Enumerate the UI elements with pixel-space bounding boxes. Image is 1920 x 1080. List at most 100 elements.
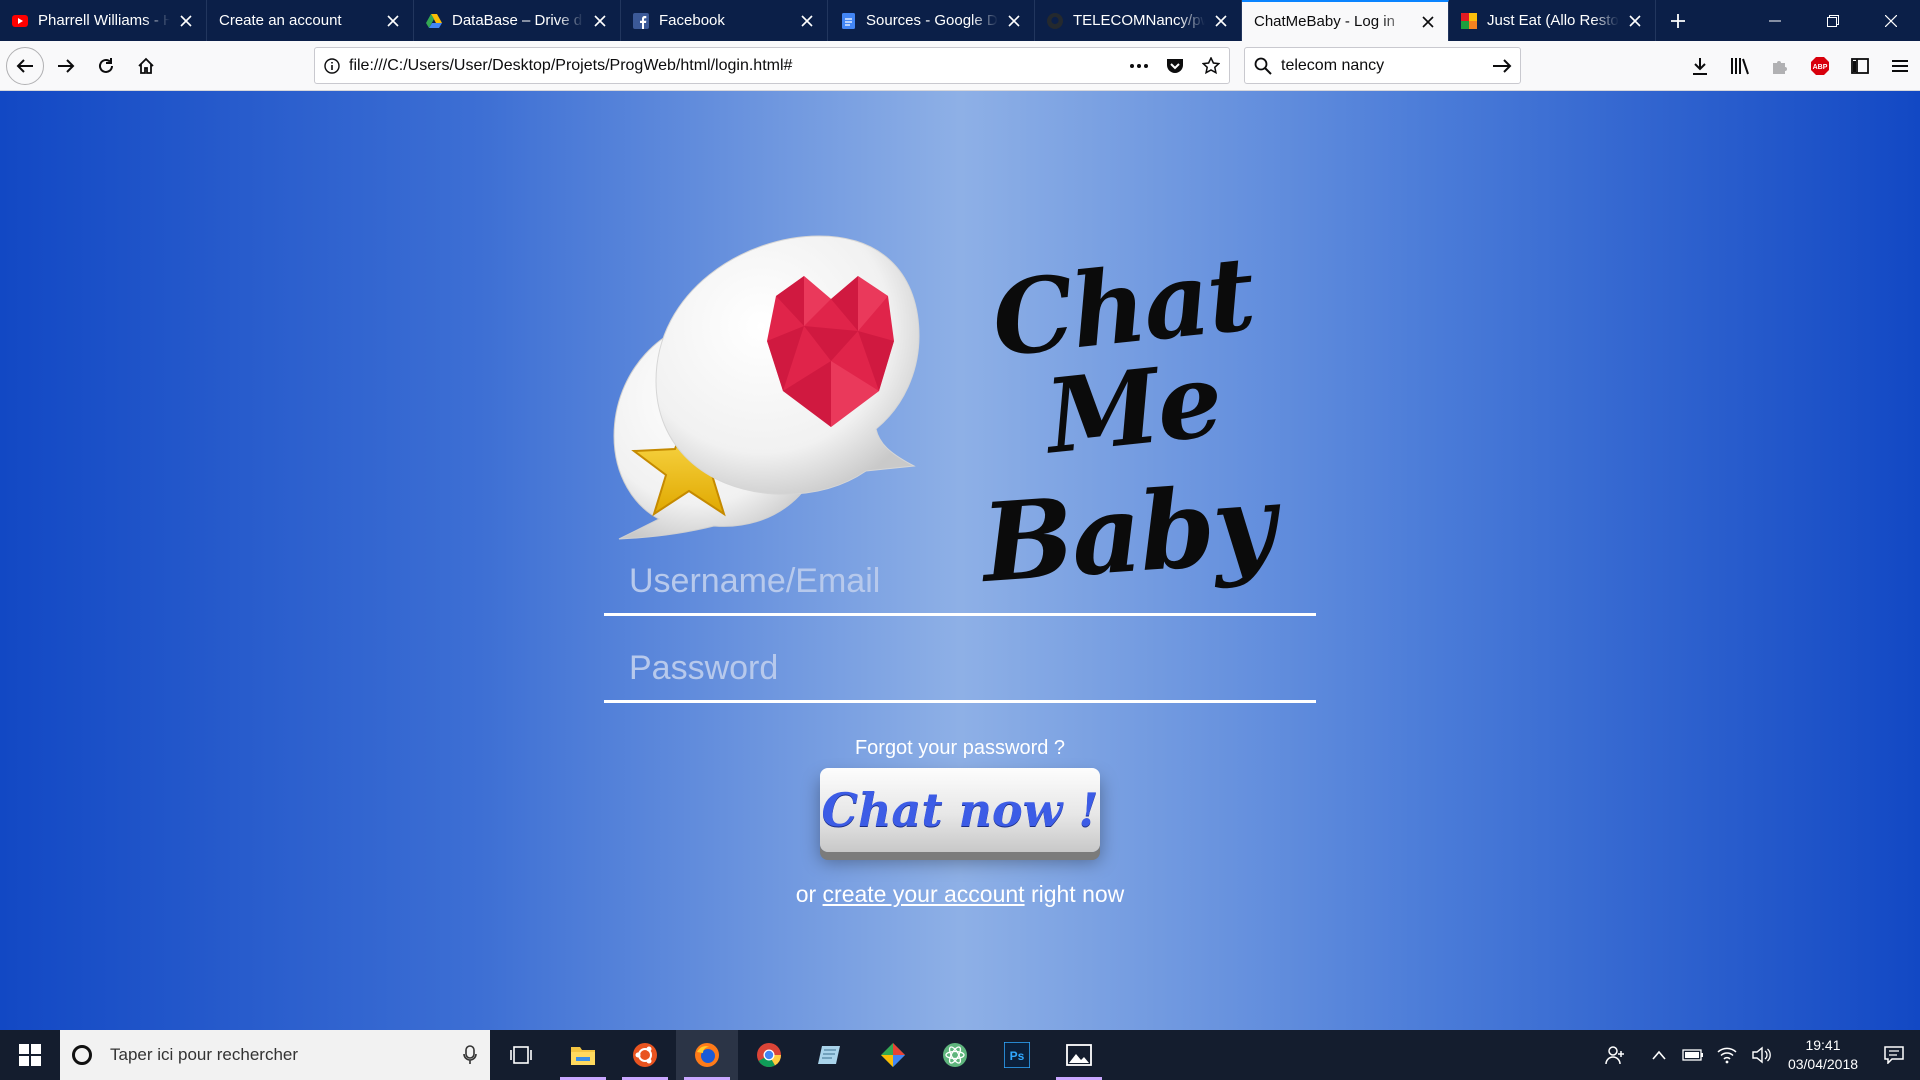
- url-text[interactable]: file:///C:/Users/User/Desktop/Projets/Pr…: [349, 57, 1121, 75]
- pocket-icon[interactable]: [1157, 57, 1193, 74]
- plus-icon: [1671, 13, 1685, 28]
- minimize-button[interactable]: [1746, 0, 1804, 41]
- tab-create-account[interactable]: Create an account: [207, 0, 414, 41]
- toolbar-right: ABP: [1680, 47, 1920, 84]
- password-placeholder: Password: [629, 649, 779, 687]
- git-gui-icon: [881, 1043, 905, 1067]
- volume-icon: [1752, 1046, 1771, 1064]
- close-icon[interactable]: [176, 11, 196, 31]
- notes-app-button[interactable]: [800, 1030, 862, 1080]
- navigation-bar: file:///C:/Users/User/Desktop/Projets/Pr…: [0, 41, 1920, 91]
- search-bar[interactable]: telecom nancy: [1244, 47, 1521, 84]
- password-field[interactable]: Password: [604, 647, 1316, 703]
- photoshop-button[interactable]: Ps: [986, 1030, 1048, 1080]
- action-center-button[interactable]: [1868, 1046, 1920, 1064]
- search-go-button[interactable]: [1484, 58, 1520, 74]
- battery-icon: [1682, 1049, 1703, 1061]
- info-icon[interactable]: [315, 57, 349, 74]
- brand-wordmark: Chat Me Baby: [918, 234, 1338, 607]
- atom-button[interactable]: [924, 1030, 986, 1080]
- google-docs-icon: [840, 12, 856, 29]
- microphone-icon[interactable]: [450, 1045, 490, 1065]
- extension-button[interactable]: [1760, 47, 1800, 84]
- adblock-plus-icon: ABP: [1811, 56, 1829, 75]
- home-button[interactable]: [128, 48, 164, 84]
- close-icon[interactable]: [590, 11, 610, 31]
- library-icon: [1731, 57, 1749, 74]
- wifi-icon: [1717, 1047, 1737, 1064]
- close-icon[interactable]: [1004, 11, 1024, 31]
- restore-button[interactable]: [1804, 0, 1862, 41]
- library-button[interactable]: [1720, 47, 1760, 84]
- people-icon: [1605, 1046, 1624, 1065]
- url-bar[interactable]: file:///C:/Users/User/Desktop/Projets/Pr…: [314, 47, 1230, 84]
- bookmark-star-icon[interactable]: [1193, 56, 1229, 75]
- close-icon[interactable]: [1625, 11, 1645, 31]
- volume-button[interactable]: [1744, 1030, 1778, 1080]
- reload-button[interactable]: [88, 48, 124, 84]
- windows-logo-icon: [19, 1044, 41, 1066]
- close-window-button[interactable]: [1862, 0, 1920, 41]
- window-controls: [1746, 0, 1920, 41]
- chrome-icon: [757, 1043, 781, 1068]
- hamburger-menu-icon: [1892, 59, 1908, 72]
- page-actions-icon[interactable]: [1121, 63, 1157, 68]
- tab-strip: Pharrell Williams - H Create an account …: [0, 0, 1920, 41]
- atom-icon: [943, 1043, 967, 1067]
- chrome-button[interactable]: [738, 1030, 800, 1080]
- downloads-button[interactable]: [1680, 47, 1720, 84]
- signup-suffix: right now: [1030, 881, 1125, 907]
- close-icon[interactable]: [383, 11, 403, 31]
- close-icon[interactable]: [797, 11, 817, 31]
- taskbar-search-placeholder: Taper ici pour rechercher: [110, 1045, 299, 1064]
- close-icon[interactable]: [1418, 12, 1438, 32]
- home-icon: [138, 57, 154, 74]
- tab-title: Sources - Google D: [866, 12, 998, 29]
- sidebar-toggle-button[interactable]: [1840, 47, 1880, 84]
- ubuntu-button[interactable]: [614, 1030, 676, 1080]
- adblock-button[interactable]: ABP: [1800, 47, 1840, 84]
- start-button[interactable]: [0, 1030, 60, 1080]
- tab-chatmebaby[interactable]: ChatMeBaby - Log in: [1242, 0, 1449, 41]
- file-explorer-button[interactable]: [552, 1030, 614, 1080]
- signup-line: or create your account right now: [604, 881, 1316, 908]
- taskbar: Taper ici pour rechercher Ps 19:41 03/04…: [0, 1030, 1920, 1080]
- tab-google-docs[interactable]: Sources - Google D: [828, 0, 1035, 41]
- minimize-icon: [1769, 20, 1781, 21]
- close-icon[interactable]: [1211, 11, 1231, 31]
- back-button[interactable]: [6, 46, 44, 85]
- puzzle-icon: [1773, 60, 1787, 74]
- username-field[interactable]: Username/Email: [604, 560, 1316, 616]
- arrow-left-icon: [16, 58, 33, 73]
- clock[interactable]: 19:41 03/04/2018: [1778, 1036, 1868, 1074]
- tab-google-drive[interactable]: DataBase – Drive d: [414, 0, 621, 41]
- git-gui-button[interactable]: [862, 1030, 924, 1080]
- chat-now-button[interactable]: Chat now !: [820, 768, 1100, 852]
- task-view-button[interactable]: [490, 1030, 552, 1080]
- forward-button[interactable]: [48, 48, 84, 84]
- show-hidden-icons-button[interactable]: [1642, 1030, 1676, 1080]
- new-tab-button[interactable]: [1656, 0, 1700, 41]
- tab-just-eat[interactable]: Just Eat (Allo Resto): [1449, 0, 1656, 41]
- wifi-button[interactable]: [1710, 1030, 1744, 1080]
- google-drive-icon: [426, 13, 442, 29]
- battery-button[interactable]: [1676, 1030, 1710, 1080]
- tab-youtube[interactable]: Pharrell Williams - H: [0, 0, 207, 41]
- taskbar-search[interactable]: Taper ici pour rechercher: [60, 1030, 490, 1080]
- tab-facebook[interactable]: Facebook: [621, 0, 828, 41]
- tab-title: DataBase – Drive d: [452, 12, 583, 29]
- firefox-icon: [695, 1043, 719, 1067]
- tab-github[interactable]: TELECOMNancy/pw: [1035, 0, 1242, 41]
- clock-time: 19:41: [1805, 1037, 1841, 1053]
- create-account-link[interactable]: create your account: [823, 881, 1025, 907]
- photos-button[interactable]: [1048, 1030, 1110, 1080]
- forgot-password-link[interactable]: Forgot your password ?: [604, 737, 1316, 760]
- menu-button[interactable]: [1880, 47, 1920, 84]
- search-icon: [1245, 57, 1281, 75]
- sidebar-icon: [1851, 57, 1869, 74]
- tab-title: Pharrell Williams - H: [38, 12, 170, 29]
- ubuntu-icon: [633, 1043, 657, 1067]
- search-input[interactable]: telecom nancy: [1281, 57, 1484, 75]
- firefox-button[interactable]: [676, 1030, 738, 1080]
- people-button[interactable]: [1598, 1030, 1632, 1080]
